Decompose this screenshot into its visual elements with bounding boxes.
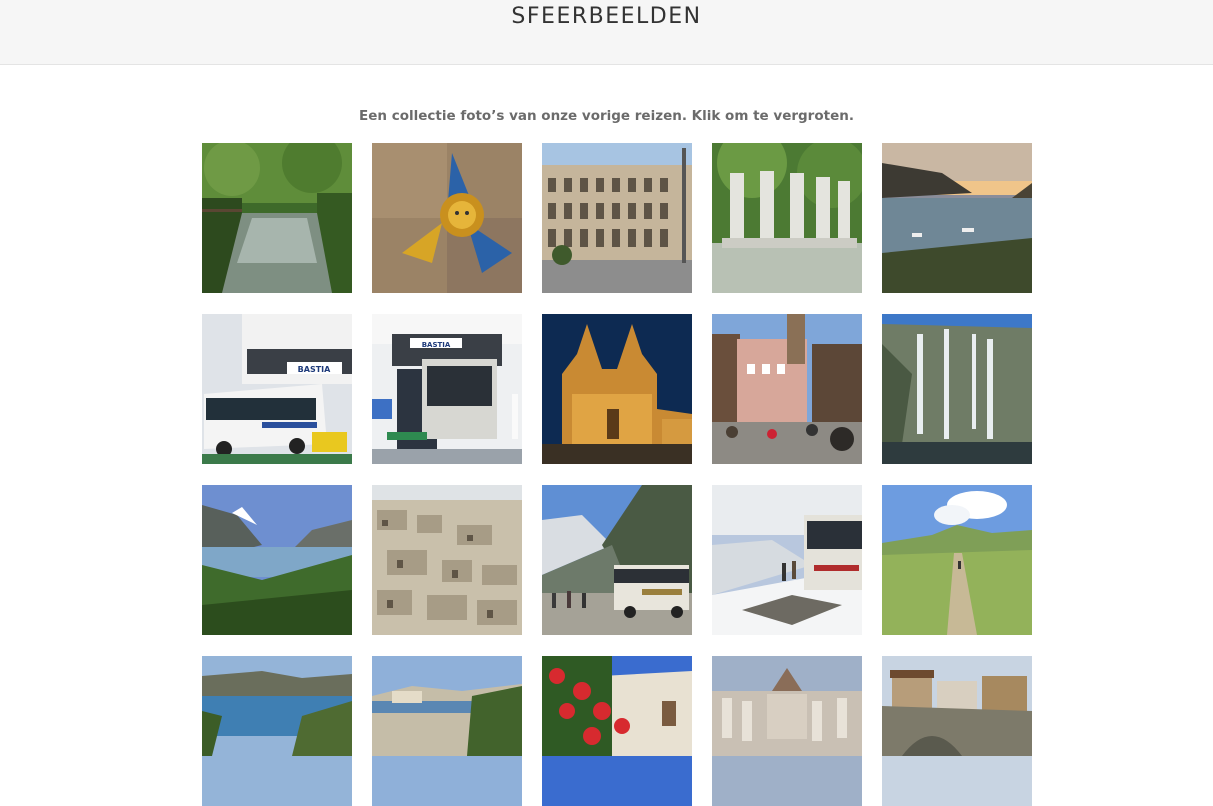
ferry-sign-text-2: BASTIA bbox=[422, 341, 451, 349]
gallery-photo-red-flowers[interactable] bbox=[542, 656, 692, 806]
ferry-sign-text: BASTIA bbox=[298, 365, 331, 374]
gallery-photo-fjord-valley[interactable] bbox=[202, 485, 352, 635]
gallery-photo-cliff-town[interactable] bbox=[372, 656, 522, 806]
gallery-photo-cathedral-night[interactable] bbox=[542, 314, 692, 464]
gallery-photo-parliament[interactable] bbox=[712, 656, 862, 806]
gallery-photo-snow-bus[interactable] bbox=[712, 485, 862, 635]
page-title: SFEERBEELDEN bbox=[511, 4, 702, 29]
gallery-photo-harbor-sunset[interactable] bbox=[882, 143, 1032, 293]
gallery-photo-gorge-river[interactable] bbox=[202, 143, 352, 293]
page-header: SFEERBEELDEN bbox=[0, 0, 1213, 65]
gallery-photo-colosseum[interactable] bbox=[542, 143, 692, 293]
gallery-photo-statues[interactable] bbox=[712, 143, 862, 293]
gallery-photo-trinacria[interactable] bbox=[372, 143, 522, 293]
gallery-photo-glacier-bus[interactable] bbox=[542, 485, 692, 635]
gallery-photo-town-square[interactable] bbox=[712, 314, 862, 464]
gallery-photo-coast-cliffs[interactable] bbox=[202, 656, 352, 806]
gallery-photo-ferry-bus-1[interactable]: BASTIA bbox=[202, 314, 352, 464]
gallery-photo-ferry-bus-2[interactable]: BASTIA bbox=[372, 314, 522, 464]
gallery-photo-cave-town[interactable] bbox=[372, 485, 522, 635]
gallery-photo-stone-bridge-town[interactable] bbox=[882, 656, 1032, 806]
gallery-photo-grass-path[interactable] bbox=[882, 485, 1032, 635]
gallery-intro: Een collectie foto’s van onze vorige rei… bbox=[359, 108, 854, 124]
gallery-photo-waterfalls[interactable] bbox=[882, 314, 1032, 464]
